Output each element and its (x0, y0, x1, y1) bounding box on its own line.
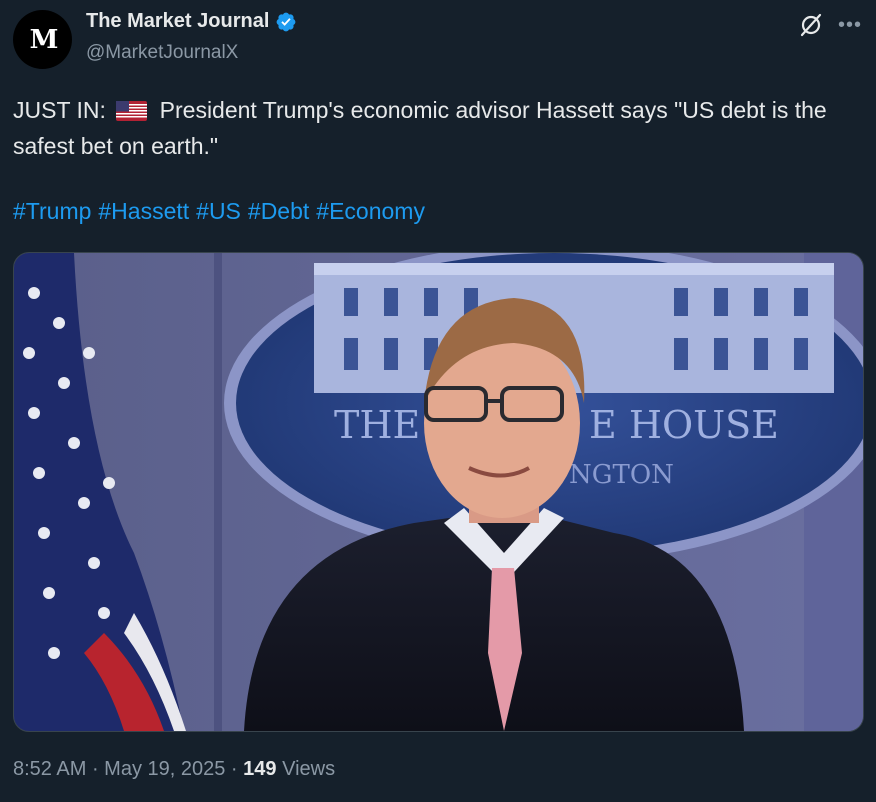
hashtag-debt[interactable]: #Debt (248, 198, 309, 224)
hashtag-trump[interactable]: #Trump (13, 198, 91, 224)
author-name-text: The Market Journal (86, 10, 270, 32)
sign-text-right: E HOUSE (589, 403, 779, 447)
grok-icon[interactable] (798, 12, 824, 38)
post-time[interactable]: 8:52 AM (13, 758, 86, 780)
author-handle[interactable]: @MarketJournalX (86, 42, 238, 64)
hashtag-us[interactable]: #US (196, 198, 241, 224)
author-name[interactable]: The Market Journal (86, 10, 297, 33)
avatar-letter: M (29, 24, 59, 55)
hashtag-hassett[interactable]: #Hassett (98, 198, 189, 224)
sign-subtext: NGTON (569, 460, 674, 490)
us-flag-icon (116, 101, 148, 121)
views-count: 149 (243, 758, 277, 780)
verified-badge-icon (276, 12, 296, 31)
avatar[interactable]: M (13, 10, 72, 69)
sign-text-left: THE (334, 403, 420, 447)
more-icon[interactable]: ••• (838, 15, 862, 35)
views-label: Views (282, 758, 336, 780)
hashtag-economy[interactable]: #Economy (316, 198, 425, 224)
hashtags: #Trump #Hassett #US #Debt #Economy (13, 198, 432, 225)
press-briefing-photo: THE E HOUSE NGTON (14, 253, 863, 731)
text-prefix: JUST IN: (13, 97, 106, 123)
post-image[interactable]: THE E HOUSE NGTON (13, 252, 864, 732)
post-meta: 8:52 AM · May 19, 2025 · 149 Views (13, 758, 336, 780)
post-text: JUST IN: President Trump's economic advi… (13, 92, 863, 164)
post-date[interactable]: May 19, 2025 (104, 758, 225, 780)
